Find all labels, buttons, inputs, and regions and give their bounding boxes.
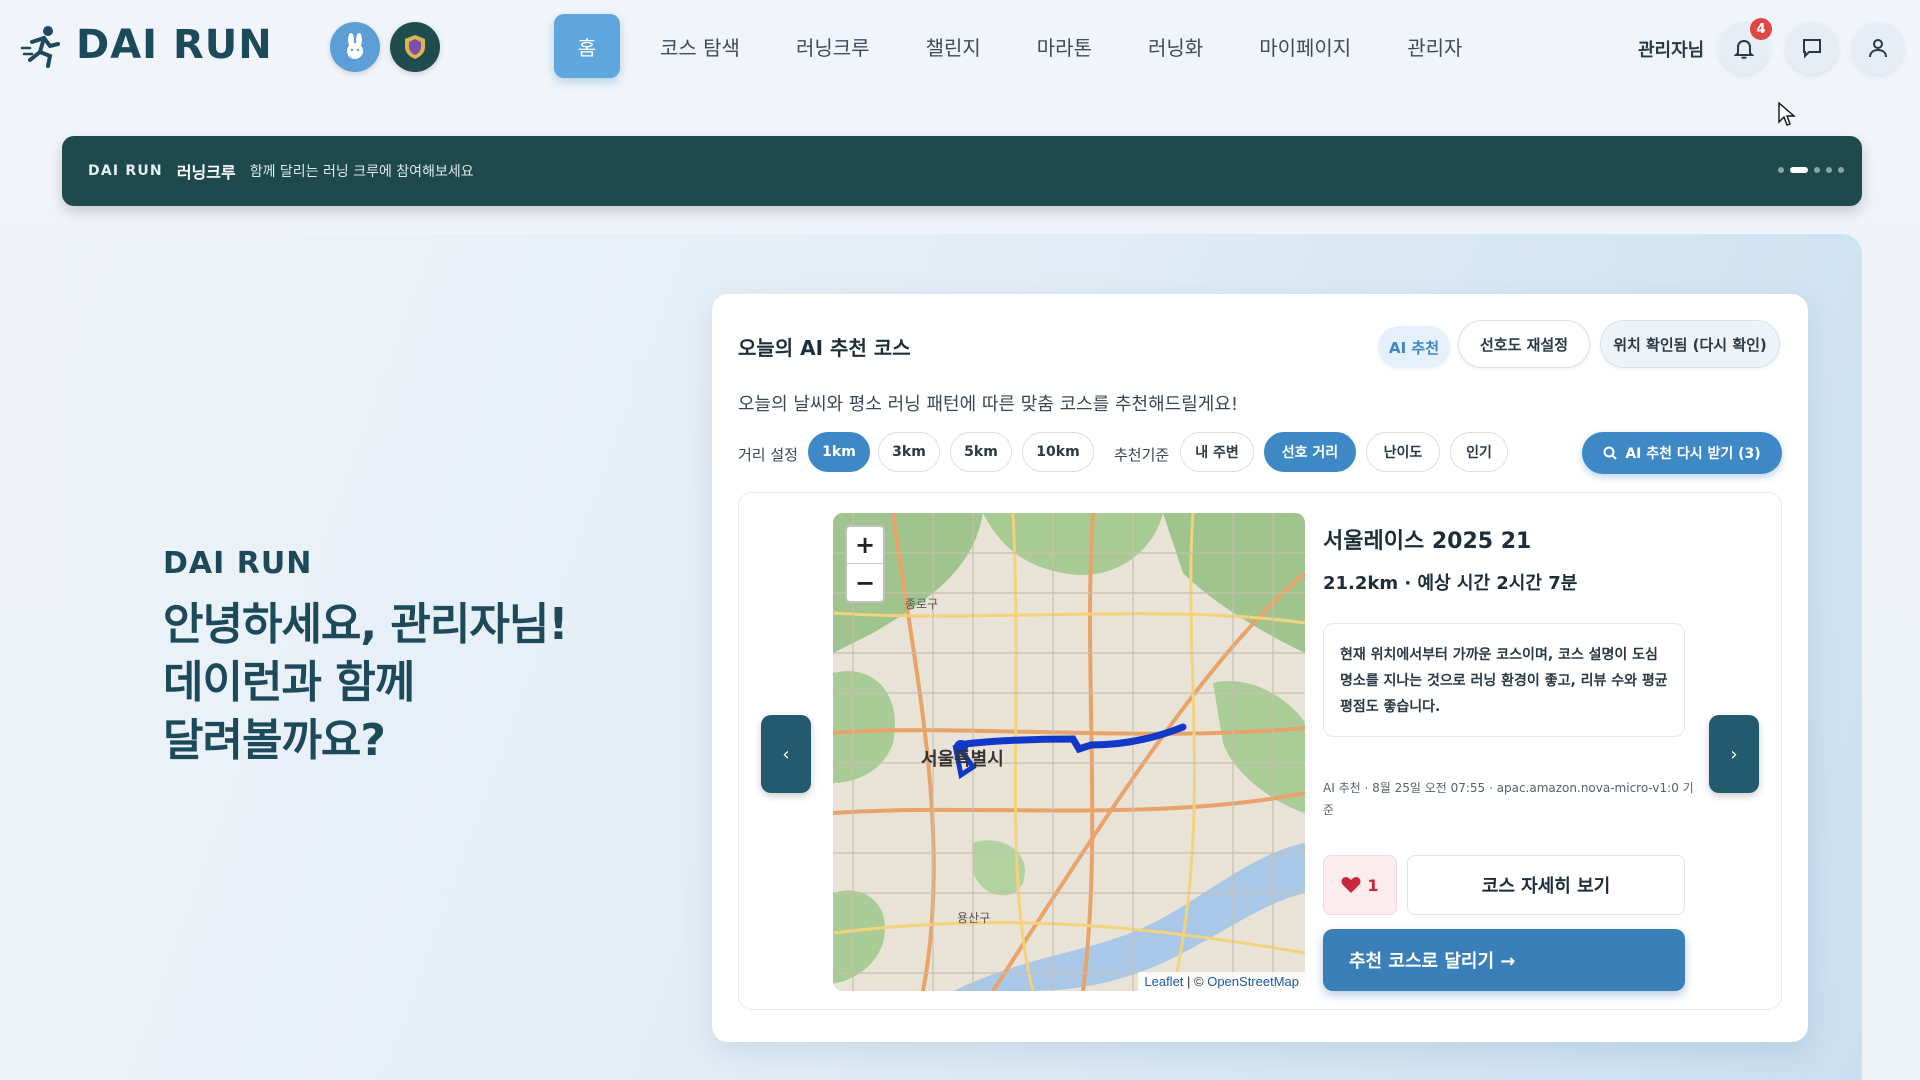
zoom-out-button[interactable]: − (847, 564, 883, 601)
shield-badge[interactable] (390, 22, 440, 72)
zoom-in-button[interactable]: + (847, 527, 883, 564)
profile-button[interactable] (1852, 22, 1904, 74)
map-attribution: Leaflet | © OpenStreetMap (1138, 972, 1305, 991)
distance-filter-label: 거리 설정 (738, 446, 798, 464)
notification-count-badge: 4 (1750, 18, 1772, 40)
promo-banner[interactable]: DAI RUN 러닝크루 함께 달리는 러닝 크루에 참여해보세요 (62, 136, 1862, 206)
osm-link[interactable]: OpenStreetMap (1207, 974, 1299, 989)
course-detail-button[interactable]: 코스 자세히 보기 (1407, 855, 1685, 915)
distance-chip-3km[interactable]: 3km (878, 432, 940, 472)
next-course-button[interactable]: › (1709, 715, 1759, 793)
hero-greeting: 안녕하세요, 관리자님! 데이런과 함께 달려볼까요? (163, 596, 568, 770)
prev-course-button[interactable]: ‹ (761, 715, 811, 793)
criteria-chip-popular[interactable]: 인기 (1450, 432, 1508, 472)
bell-icon (1733, 39, 1755, 59)
brand-logo[interactable]: DAI RUN (20, 22, 273, 68)
chat-icon (1803, 39, 1821, 59)
nav-home[interactable]: 홈 (554, 14, 620, 78)
nav-running-shoes[interactable]: 러닝화 (1120, 14, 1231, 78)
messages-button[interactable] (1786, 22, 1838, 74)
nav-marathon[interactable]: 마라톤 (1009, 14, 1120, 78)
banner-dot[interactable] (1838, 167, 1844, 173)
map-label-district: 용산구 (957, 911, 991, 925)
card-description: 오늘의 날씨와 평소 러닝 패턴에 따른 맞춤 코스를 추천해드릴게요! (738, 394, 1239, 415)
greeting-line: 안녕하세요, 관리자님! (163, 599, 568, 650)
attribution-separator: | © (1183, 974, 1208, 989)
nav-admin[interactable]: 관리자 (1379, 14, 1490, 78)
ai-recommend-again-label: AI 추천 다시 받기 (3) (1625, 446, 1761, 462)
criteria-chip-nearby[interactable]: 내 주변 (1180, 432, 1254, 472)
user-icon (1869, 39, 1887, 58)
user-name-label: 관리자님 (1638, 40, 1705, 61)
banner-dot[interactable] (1814, 167, 1820, 173)
banner-subtitle: 함께 달리는 러닝 크루에 참여해보세요 (249, 164, 474, 180)
nav-course-explore[interactable]: 코스 탐색 (632, 14, 768, 78)
recommendation-reason: 현재 위치에서부터 가까운 코스이며, 코스 설명이 도심 명소를 지나는 것으… (1323, 623, 1685, 737)
card-title: 오늘의 AI 추천 코스 (738, 336, 911, 360)
like-count: 1 (1367, 875, 1379, 895)
runner-logo-icon (20, 26, 60, 68)
course-name: 서울레이스 2025 21 (1323, 529, 1532, 554)
greeting-line: 달려볼까요? (163, 715, 386, 766)
banner-dot-active[interactable] (1790, 167, 1808, 173)
mouse-cursor-icon (1778, 102, 1796, 126)
nav-challenge[interactable]: 챌린지 (898, 14, 1009, 78)
map-tiles (833, 513, 1305, 991)
distance-chip-10km[interactable]: 10km (1022, 432, 1094, 472)
banner-dot[interactable] (1778, 167, 1784, 173)
course-map[interactable]: 종로구 서울특별시 용산구 + − Leaflet | © OpenStreet… (833, 513, 1305, 991)
shield-icon (405, 35, 425, 59)
distance-chip-1km[interactable]: 1km (808, 432, 870, 472)
location-recheck-button[interactable]: 위치 확인됨 (다시 확인) (1600, 320, 1780, 368)
brand-name: DAI RUN (76, 22, 273, 68)
nav-running-crew[interactable]: 러닝크루 (768, 14, 898, 78)
heart-icon (1341, 877, 1361, 893)
leaflet-link[interactable]: Leaflet (1144, 974, 1183, 989)
hero-brand: DAI RUN (163, 546, 313, 581)
course-carousel: ‹ › 종로구 서울특별시 용산구 + − Leaflet | © OpenSt… (738, 492, 1782, 1010)
top-navigation: DAI RUN 홈 코스 탐색 러닝크루 챌린지 마라톤 러닝화 마이페이지 관… (0, 0, 1920, 96)
banner-brand: DAI RUN (88, 163, 163, 179)
ai-badge: AI 추천 (1378, 326, 1450, 368)
like-button[interactable]: 1 (1323, 855, 1397, 915)
banner-pagination (1778, 167, 1844, 173)
main-menu: 홈 코스 탐색 러닝크루 챌린지 마라톤 러닝화 마이페이지 관리자 (554, 14, 1490, 78)
ai-course-card: 오늘의 AI 추천 코스 AI 추천 선호도 재설정 위치 확인됨 (다시 확인… (712, 294, 1808, 1042)
ai-recommend-again-button[interactable]: AI 추천 다시 받기 (3) (1582, 432, 1782, 474)
greeting-line: 데이런과 함께 (163, 657, 415, 708)
run-recommended-course-button[interactable]: 추천 코스로 달리기 → (1323, 929, 1685, 991)
rabbit-icon (347, 33, 363, 59)
course-meta: 21.2km · 예상 시간 2시간 7분 (1323, 573, 1578, 594)
nav-mypage[interactable]: 마이페이지 (1231, 14, 1379, 78)
reset-preferences-button[interactable]: 선호도 재설정 (1458, 320, 1590, 368)
map-label-district: 종로구 (905, 597, 939, 611)
distance-chip-5km[interactable]: 5km (950, 432, 1012, 472)
rabbit-badge[interactable] (330, 22, 380, 72)
banner-title: 러닝크루 (176, 163, 236, 182)
search-icon (1603, 446, 1618, 460)
criteria-chip-preferred-distance[interactable]: 선호 거리 (1264, 432, 1356, 472)
criteria-filter-label: 추천기준 (1114, 446, 1170, 464)
recommendation-generated-info: AI 추천 · 8월 25일 오전 07:55 · apac.amazon.no… (1323, 781, 1694, 817)
criteria-chip-difficulty[interactable]: 난이도 (1366, 432, 1440, 472)
map-zoom-control: + − (845, 525, 885, 603)
banner-dot[interactable] (1826, 167, 1832, 173)
map-label-city: 서울특별시 (921, 749, 1004, 769)
